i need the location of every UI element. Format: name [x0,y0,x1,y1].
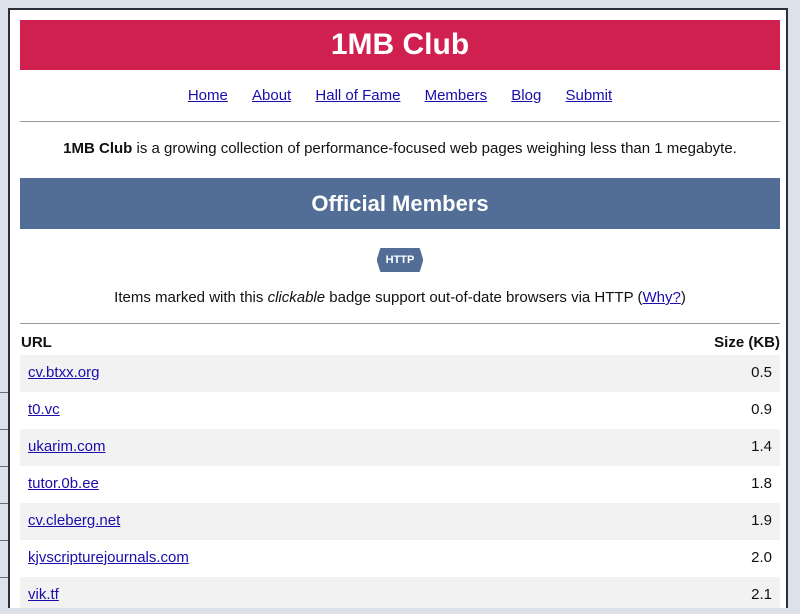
table-row: t0.vc 0.9 [20,392,780,429]
intro-text: 1MB Club is a growing collection of perf… [20,140,780,157]
badge-container: HTTP [20,248,780,272]
members-table: cv.btxx.org 0.5 t0.vc 0.9 ukarim.com 1.4… [20,355,780,608]
nav-link-blog[interactable]: Blog [511,87,541,104]
nav-link-members[interactable]: Members [425,87,488,104]
member-size: 2.0 [751,549,772,566]
http-note: Items marked with this clickable badge s… [20,289,780,306]
member-link[interactable]: kjvscripturejournals.com [28,549,189,566]
member-size: 1.4 [751,438,772,455]
edge-tick [0,503,8,540]
nav-link-about[interactable]: About [252,87,291,104]
table-row: vik.tf 2.1 [20,577,780,608]
edge-tick [0,577,8,614]
member-size: 0.9 [751,401,772,418]
note-before: Items marked with this [114,289,268,306]
table-row: tutor.0b.ee 1.8 [20,466,780,503]
page-container: 1MB Club Home About Hall of Fame Members… [8,8,788,608]
nav-link-submit[interactable]: Submit [565,87,612,104]
main-nav: Home About Hall of Fame Members Blog Sub… [20,87,780,104]
header-size: Size (KB) [714,334,780,351]
member-size: 1.8 [751,475,772,492]
section-title: Official Members [20,178,780,229]
site-title: 1MB Club [20,20,780,70]
note-emphasis: clickable [267,289,326,306]
member-size: 2.1 [751,586,772,603]
divider [20,121,780,122]
table-header: URL Size (KB) [20,334,780,356]
nav-link-home[interactable]: Home [188,87,228,104]
intro-description: is a growing collection of performance-f… [132,140,737,157]
edge-tick [0,392,8,429]
edge-tick [0,429,8,466]
member-size: 1.9 [751,512,772,529]
note-close: ) [680,289,686,306]
table-row: cv.cleberg.net 1.9 [20,503,780,540]
member-link[interactable]: vik.tf [28,586,59,603]
divider [20,323,780,324]
intro-brand: 1MB Club [63,140,133,157]
edge-tick [0,540,8,577]
table-row: kjvscripturejournals.com 2.0 [20,540,780,577]
member-link[interactable]: ukarim.com [28,438,106,455]
table-row: cv.btxx.org 0.5 [20,355,780,392]
edge-tick [0,466,8,503]
member-link[interactable]: tutor.0b.ee [28,475,99,492]
header-url: URL [21,334,52,351]
http-badge[interactable]: HTTP [376,248,424,272]
member-size: 0.5 [751,364,772,381]
table-row: ukarim.com 1.4 [20,429,780,466]
why-link[interactable]: Why? [642,289,680,306]
member-link[interactable]: cv.btxx.org [28,364,99,381]
note-after: badge support out-of-date browsers via H… [325,289,643,306]
nav-link-hall-of-fame[interactable]: Hall of Fame [315,87,400,104]
left-edge-ticks [0,392,8,614]
member-link[interactable]: t0.vc [28,401,60,418]
member-link[interactable]: cv.cleberg.net [28,512,120,529]
